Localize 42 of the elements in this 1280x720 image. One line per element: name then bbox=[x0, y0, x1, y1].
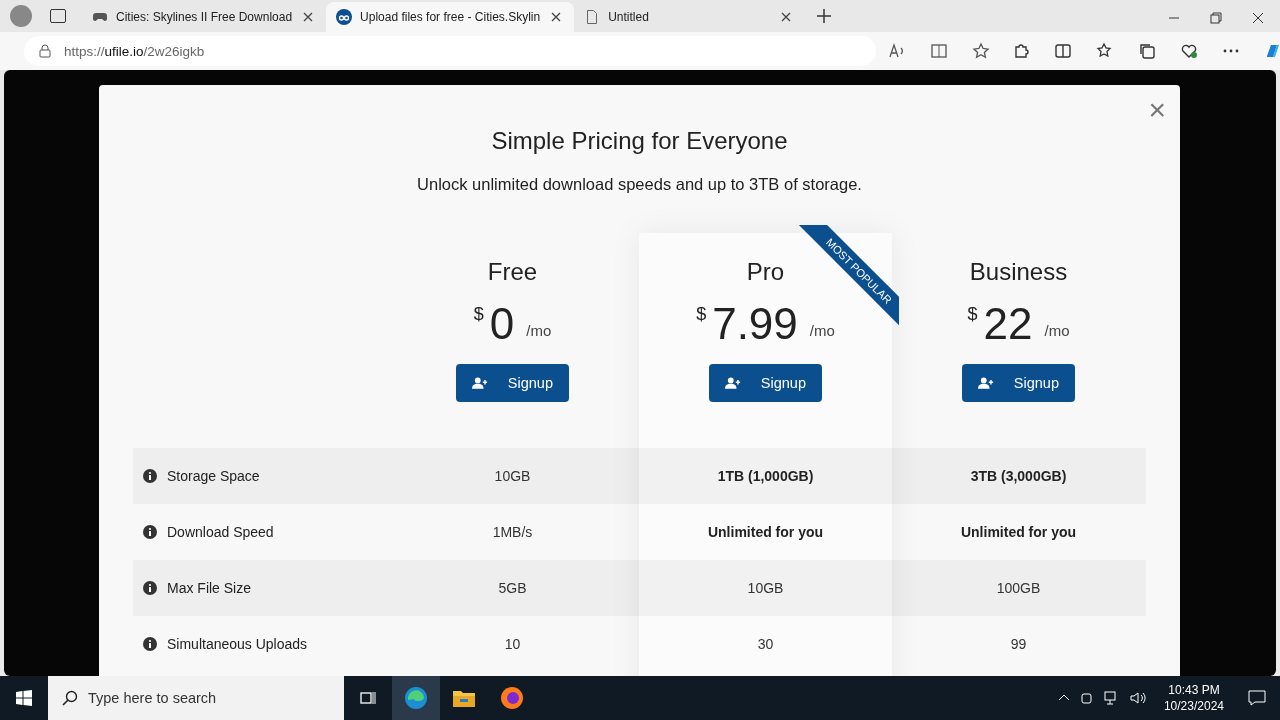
price-period: /mo bbox=[526, 322, 552, 339]
feature-label: Simultaneous Uploads bbox=[167, 636, 308, 652]
address-bar[interactable]: https://ufile.io/2w26igkb bbox=[24, 36, 876, 66]
plan-name: Pro bbox=[746, 258, 785, 286]
table-cell-text: 30 bbox=[756, 636, 775, 652]
table-cell-text: 5GB bbox=[497, 580, 528, 596]
plan-price: 22 bbox=[983, 300, 1033, 348]
plan-price: 0 bbox=[489, 300, 515, 348]
dialog-title: Simple Pricing for Everyone bbox=[491, 127, 788, 155]
browser-tab[interactable]: Upload files for free - Cities.Skylin bbox=[326, 2, 575, 32]
browser-tab[interactable]: Cities: Skylines II Free Download bbox=[82, 2, 327, 32]
table-cell-text: 10GB bbox=[746, 580, 785, 596]
price-period: /mo bbox=[1044, 322, 1070, 339]
currency-sign: $ bbox=[696, 304, 707, 325]
table-cell-text: 10GB bbox=[493, 468, 532, 484]
feature-label: Download Speed bbox=[167, 524, 274, 540]
url-text: https://ufile.io/2w26igkb bbox=[64, 43, 205, 59]
plan-price: 7.99 bbox=[712, 300, 798, 348]
search-field[interactable]: Type here to search bbox=[48, 676, 344, 720]
close-button[interactable]: × bbox=[1148, 95, 1166, 125]
table-cell-text: 1TB (1,000GB) bbox=[716, 468, 815, 484]
table-cell-text: 1MB/s bbox=[491, 524, 534, 540]
plan-name: Free bbox=[487, 258, 538, 286]
currency-sign: $ bbox=[967, 304, 978, 325]
table-cell-text: 100GB bbox=[995, 580, 1042, 596]
feature-label: Max File Size bbox=[167, 580, 252, 596]
table-cell-text: Unlimited for you bbox=[706, 524, 825, 540]
table-cell-text: 3TB (3,000GB) bbox=[969, 468, 1068, 484]
table-cell-text: 10 bbox=[503, 636, 522, 652]
clock-time[interactable]: 10:43 PM bbox=[1163, 682, 1224, 698]
clock-date[interactable]: 10/23/2024 bbox=[1163, 698, 1224, 714]
price-period: /mo bbox=[809, 322, 835, 339]
currency-sign: $ bbox=[473, 304, 484, 325]
signup-button[interactable]: Signup bbox=[962, 364, 1075, 402]
dialog-subtitle: Unlock unlimited download speeds and up to 3TB of storage. bbox=[417, 175, 862, 194]
table-cell-text: Unlimited for you bbox=[959, 524, 1078, 540]
feature-label: Storage Space bbox=[167, 468, 260, 484]
signup-button[interactable]: Signup bbox=[456, 364, 569, 402]
table-cell-text: 99 bbox=[1009, 636, 1028, 652]
plan-name: Business bbox=[969, 258, 1068, 286]
browser-tab[interactable]: Untitled bbox=[574, 2, 805, 32]
signup-button[interactable]: Signup bbox=[709, 364, 822, 402]
